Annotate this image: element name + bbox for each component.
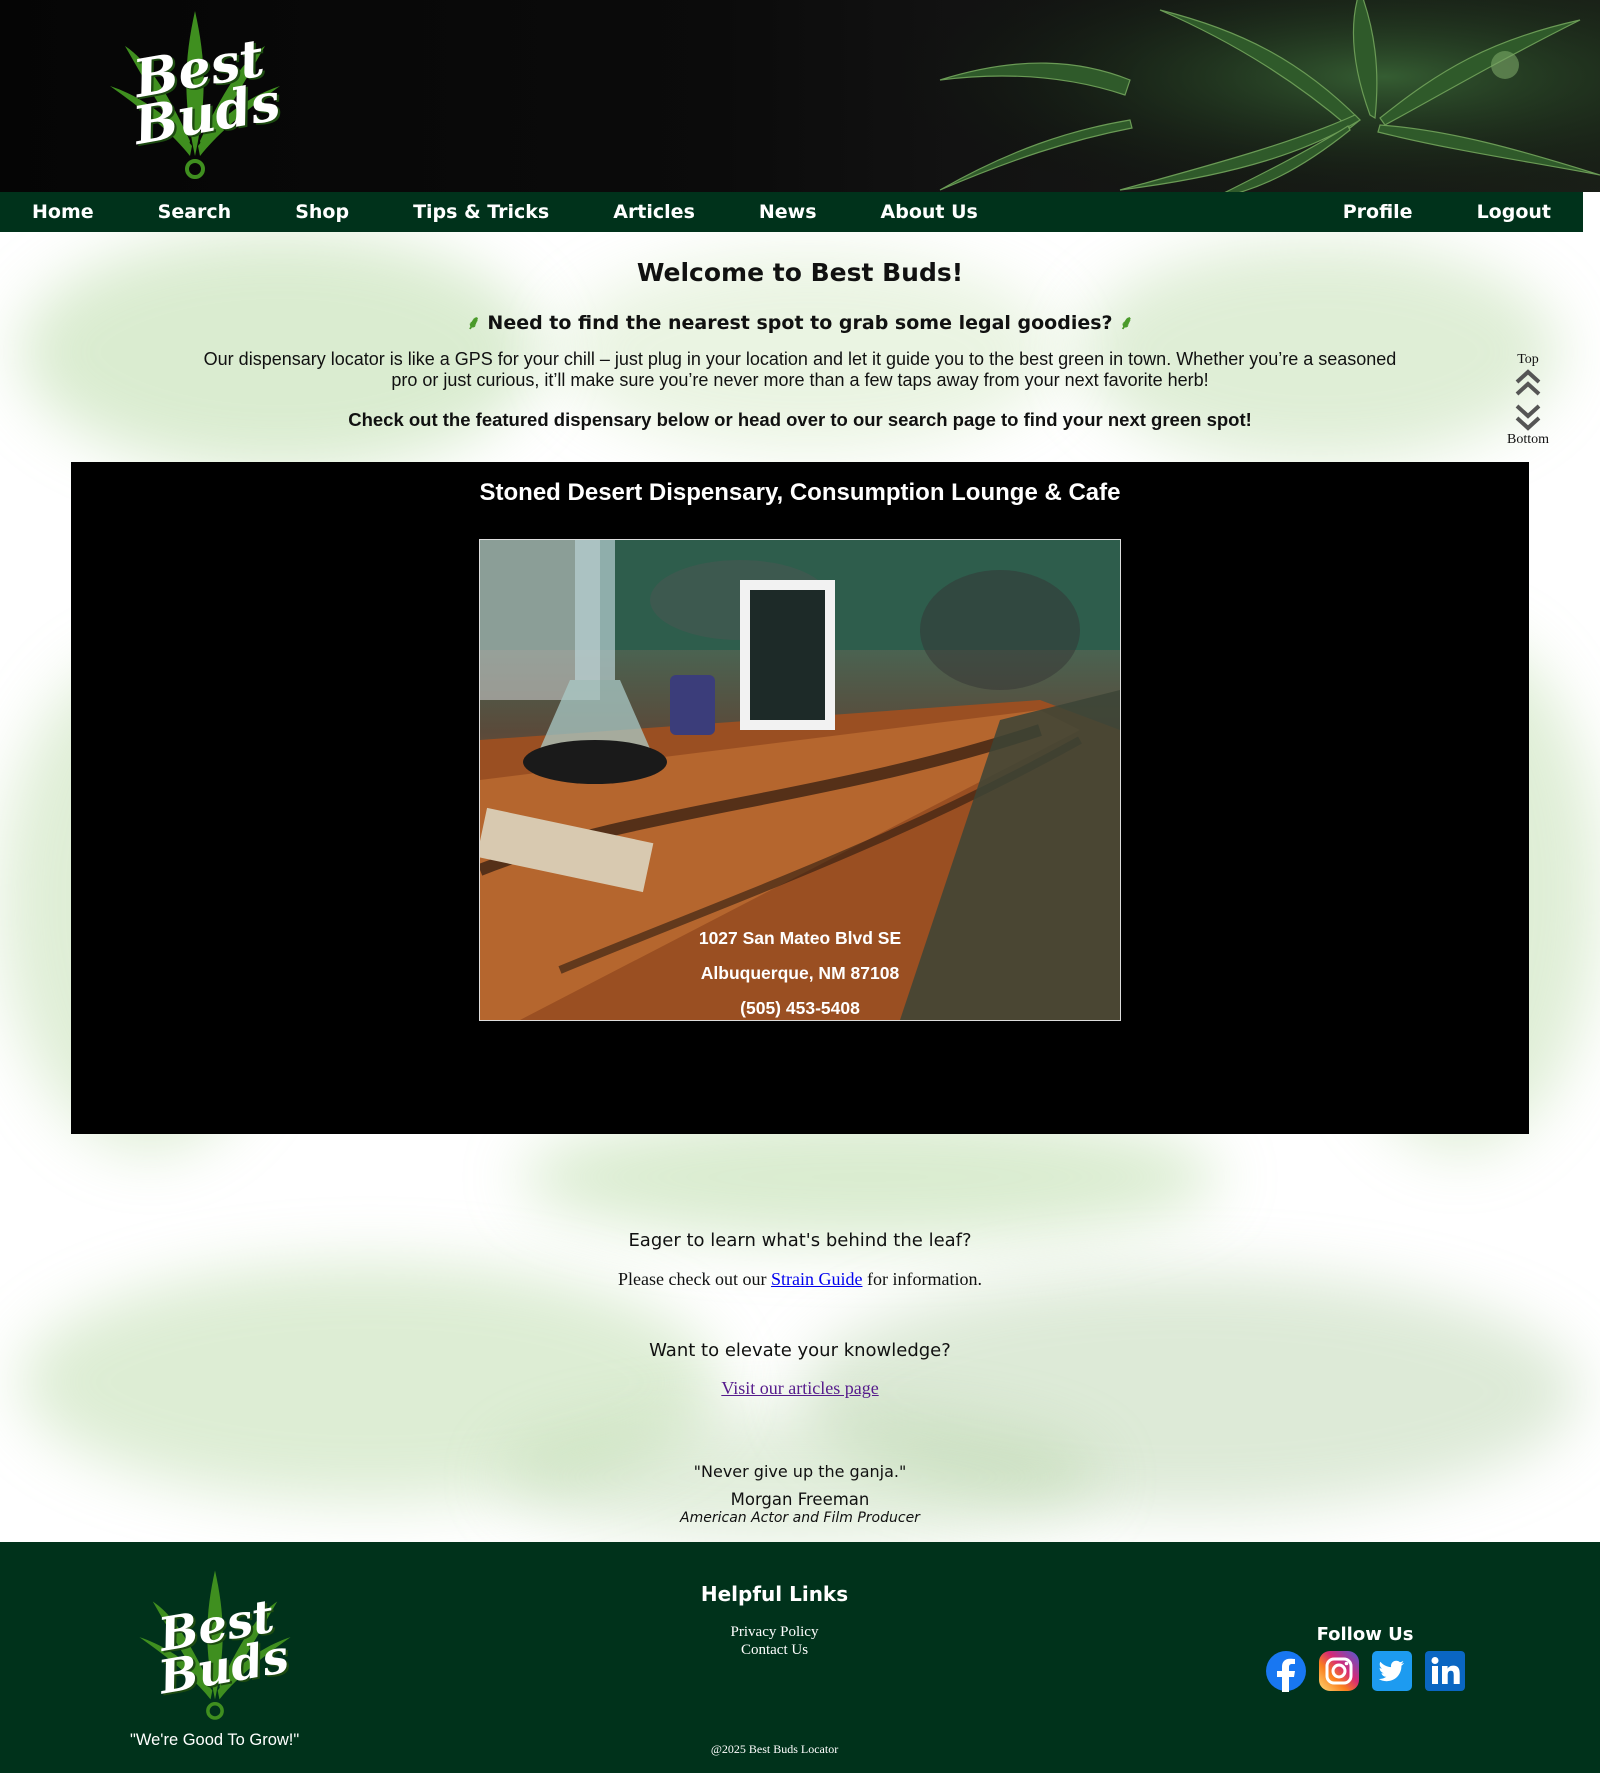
featured-dispensary: Stoned Desert Dispensary, Consumption Lo… <box>71 462 1529 1134</box>
best-buds-logo[interactable]: Best Buds <box>100 6 290 186</box>
scroll-bottom-label[interactable]: Bottom <box>1500 432 1556 448</box>
strain-guide-link[interactable]: Strain Guide <box>771 1269 863 1289</box>
quote-text: "Never give up the ganja." <box>693 1462 907 1481</box>
articles-heading: Want to elevate your knowledge? <box>649 1340 951 1361</box>
articles-link[interactable]: Visit our articles page <box>721 1378 878 1398</box>
social-links <box>1265 1650 1466 1692</box>
dispensary-name[interactable]: Stoned Desert Dispensary, Consumption Lo… <box>71 479 1529 507</box>
leaf-sprig-icon: ⸙ <box>466 312 481 334</box>
main-nav: Home Search Shop Tips & Tricks Articles … <box>0 192 1583 232</box>
chevron-up-icon[interactable] <box>1515 368 1541 398</box>
nav-home[interactable]: Home <box>0 192 126 232</box>
follow-us-title: Follow Us <box>1316 1624 1414 1645</box>
nav-shop[interactable]: Shop <box>263 192 381 232</box>
helpful-links-title: Helpful Links <box>700 1582 849 1606</box>
scroll-top-label[interactable]: Top <box>1500 352 1556 368</box>
dispensary-phone[interactable]: (505) 453-5408 <box>71 998 1529 1019</box>
locator-description: Our dispensary locator is like a GPS for… <box>203 349 1397 390</box>
dispensary-address-line1: 1027 San Mateo Blvd SE <box>698 928 902 948</box>
nav-about-us[interactable]: About Us <box>849 192 1010 232</box>
nav-search[interactable]: Search <box>126 192 264 232</box>
site-footer: Best Buds "We're Good To Grow!" Helpful L… <box>0 1542 1600 1773</box>
quote-role: American Actor and Film Producer <box>680 1510 920 1526</box>
cannabis-leaf-photo <box>880 0 1600 192</box>
chevron-down-icon[interactable] <box>1515 402 1541 432</box>
nav-tips-tricks[interactable]: Tips & Tricks <box>381 192 581 232</box>
page-title: Welcome to Best Buds! <box>636 258 964 287</box>
copyright: @2025 Best Buds Locator <box>710 1742 839 1756</box>
scroll-controls: Top Bottom <box>1500 352 1556 448</box>
locator-headline: ⸙ Need to find the nearest spot to grab … <box>466 312 1134 334</box>
nav-news[interactable]: News <box>727 192 849 232</box>
strain-heading: Eager to learn what's behind the leaf? <box>628 1230 972 1251</box>
featured-callout: Check out the featured dispensary below … <box>348 409 1252 430</box>
site-header: Best Buds <box>0 0 1600 192</box>
instagram-icon[interactable] <box>1318 1650 1360 1692</box>
leaf-sprig-icon: ⸙ <box>1119 312 1134 334</box>
nav-articles[interactable]: Articles <box>581 192 727 232</box>
linkedin-icon[interactable] <box>1424 1650 1466 1692</box>
articles-link-row: Visit our articles page <box>0 1378 1600 1399</box>
strain-guide-text: Please check out our Strain Guide for in… <box>618 1269 982 1289</box>
dispensary-address-line2: Albuquerque, NM 87108 <box>700 963 900 983</box>
quote-author: Morgan Freeman <box>730 1490 870 1509</box>
nav-logout[interactable]: Logout <box>1445 192 1583 232</box>
facebook-icon[interactable] <box>1265 1650 1307 1692</box>
twitter-icon[interactable] <box>1371 1650 1413 1692</box>
nav-profile[interactable]: Profile <box>1311 192 1445 232</box>
